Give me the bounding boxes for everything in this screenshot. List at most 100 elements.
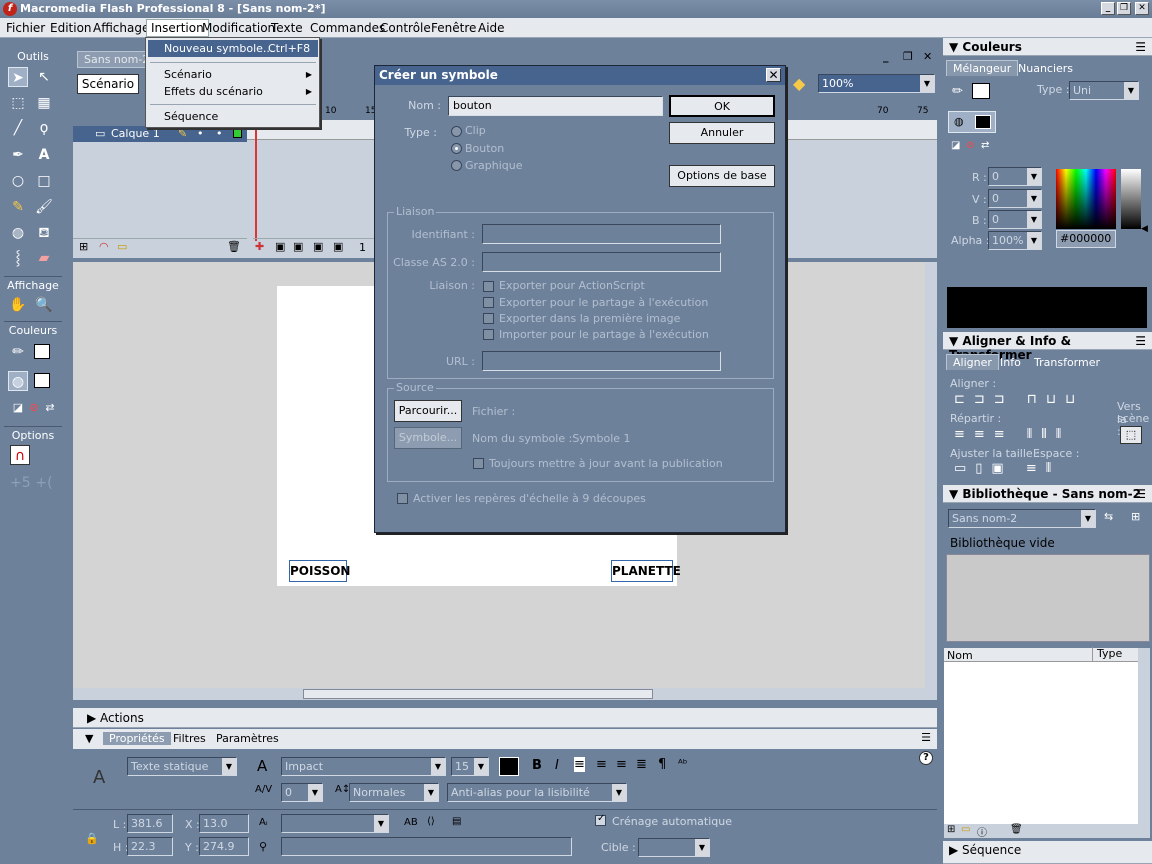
italic-button[interactable]: I [555, 758, 559, 773]
paragraph-format-icon[interactable]: ¶ [658, 757, 666, 772]
color-spectrum-picker[interactable] [1056, 169, 1116, 229]
menu-item-scenario[interactable]: Scénario ▶ [148, 66, 318, 83]
selectable-text-icon[interactable]: AB [404, 817, 418, 828]
tab-filtres[interactable]: Filtres [173, 732, 206, 745]
x-input[interactable]: 13.0 [199, 814, 249, 833]
scenario-button[interactable]: Scénario [77, 74, 139, 94]
doc-restore-button[interactable]: ❐ [903, 50, 913, 63]
vertical-scrollbar[interactable] [925, 262, 937, 688]
onion-skin-icon[interactable]: ▣ [275, 240, 285, 253]
text-orientation-icon[interactable]: ᴬᵇ [678, 757, 687, 770]
height-input[interactable]: 22.3 [127, 837, 173, 856]
new-library-panel-icon[interactable]: ⊞ [1131, 510, 1140, 523]
brightness-slider[interactable] [1121, 169, 1141, 229]
target-select[interactable]: ▼ [638, 838, 710, 857]
stroke-pencil-icon[interactable]: ✏ [952, 84, 963, 99]
bold-button[interactable]: B [532, 758, 542, 773]
border-icon[interactable]: ▤ [452, 816, 461, 827]
zoom-tool-icon[interactable]: 🔍 [34, 295, 54, 315]
html-render-icon[interactable]: ⟨⟩ [427, 816, 435, 827]
color-type-select[interactable]: Uni ▼ [1069, 81, 1139, 100]
onion-markers-icon[interactable]: ▣ [333, 240, 343, 253]
export-first-frame-checkbox[interactable] [483, 313, 494, 324]
tab-nuanciers[interactable]: Nuanciers [1018, 62, 1073, 75]
doc-minimize-button[interactable]: _ [883, 50, 889, 63]
oval-tool-icon[interactable]: ○ [8, 171, 28, 191]
panel-menu-icon[interactable]: ☰ [921, 731, 931, 744]
align-center-button[interactable]: ≡ [596, 757, 607, 772]
eyedropper-icon[interactable]: ⸾ [8, 248, 28, 268]
swap-colors-icon[interactable]: ⇄ [40, 398, 60, 418]
align-right-button[interactable]: ≡ [616, 757, 627, 772]
export-runtime-sharing-checkbox[interactable] [483, 297, 494, 308]
menu-modification[interactable]: Modification [202, 21, 275, 35]
scrollbar-thumb[interactable] [303, 689, 653, 699]
url-link-select[interactable]: ▼ [281, 814, 389, 833]
brightness-handle-icon[interactable]: ◀ [1141, 224, 1148, 234]
onion-outline-icon[interactable]: ▣ [293, 240, 303, 253]
align-panel-header[interactable]: ▼ Aligner & Info & Transformer ☰ [943, 332, 1152, 362]
add-guide-icon[interactable]: ◠ [99, 240, 109, 253]
free-transform-icon[interactable]: ⬚ [8, 93, 28, 113]
edit-multiple-icon[interactable]: ▣ [313, 240, 323, 253]
snap-magnet-icon[interactable]: ∩ [10, 445, 30, 465]
zoom-select[interactable]: 100% ▼ [818, 74, 935, 93]
menu-fenetre[interactable]: Fenêtre [431, 21, 476, 35]
tab-transformer[interactable]: Transformer [1034, 356, 1100, 369]
tab-info[interactable]: Info [1000, 356, 1021, 369]
basic-options-button[interactable]: Options de base [669, 165, 775, 187]
library-doc-select[interactable]: Sans nom-2 ▼ [948, 509, 1096, 528]
library-panel-header[interactable]: ▼ Bibliothèque - Sans nom-2 ☰ [943, 485, 1152, 503]
menu-fichier[interactable]: Fichier [6, 21, 45, 35]
doc-close-button[interactable]: ✕ [923, 50, 932, 63]
paint-bucket-icon[interactable]: ⛾ [34, 223, 54, 243]
actions-panel-header[interactable]: ▶ Actions [73, 708, 937, 728]
horizontal-scrollbar[interactable] [73, 688, 937, 700]
help-icon[interactable]: ? [919, 751, 933, 765]
text-color-swatch[interactable] [499, 757, 519, 776]
lock-icon[interactable]: 🔒 [85, 832, 99, 845]
menu-aide[interactable]: Aide [478, 21, 505, 35]
menu-controle[interactable]: Contrôle [380, 21, 431, 35]
add-folder-icon[interactable]: ▭ [117, 240, 127, 253]
fill-color-icon[interactable]: ◍ [8, 371, 28, 391]
menu-affichage[interactable]: Affichage [93, 21, 149, 35]
add-layer-icon[interactable]: ⊞ [79, 240, 88, 253]
text-type-select[interactable]: Texte statique ▼ [127, 757, 237, 776]
new-folder-icon[interactable]: ▭ [961, 824, 970, 835]
delete-symbol-icon[interactable]: 🗑 [1010, 824, 1023, 835]
library-list[interactable] [944, 662, 1138, 824]
edit-scene-icon[interactable]: ◆ [793, 74, 805, 93]
default-colors-icon[interactable]: ◪ [951, 140, 960, 151]
b-input[interactable]: 0 ▼ [988, 210, 1042, 229]
stage-text-poisson[interactable]: POISSON [289, 560, 350, 582]
stroke-color-swatch[interactable] [34, 344, 50, 359]
selection-tool-icon[interactable]: ➤ [8, 67, 28, 87]
stroke-swatch[interactable] [972, 83, 990, 99]
size-buttons-row[interactable]: ▭▯▣ ≡⫴ [954, 461, 1060, 476]
align-left-button[interactable]: ≡ [574, 757, 585, 772]
dialog-close-button[interactable]: ✕ [766, 68, 781, 82]
v-input[interactable]: 0 ▼ [988, 189, 1042, 208]
auto-kern-checkbox[interactable]: ✓ [595, 813, 606, 826]
center-frame-icon[interactable]: ✚ [255, 240, 264, 253]
tab-aligner[interactable]: Aligner [946, 354, 999, 370]
identifier-input[interactable] [482, 224, 721, 244]
hand-tool-icon[interactable]: ✋ [8, 295, 28, 315]
close-button[interactable]: ✕ [1135, 2, 1149, 15]
lasso-tool-icon[interactable]: ϙ [34, 118, 54, 138]
width-input[interactable]: 381.6 [127, 814, 173, 833]
lock-dot-icon[interactable]: • [216, 127, 223, 140]
panel-menu-icon[interactable]: ☰ [1135, 40, 1146, 54]
eraser-icon[interactable]: ▰ [34, 248, 54, 268]
radio-bouton[interactable] [451, 143, 462, 154]
properties-icon[interactable]: ⓘ [977, 824, 987, 839]
to-stage-button[interactable]: ⬚ [1120, 426, 1142, 444]
cancel-button[interactable]: Annuler [669, 122, 775, 144]
y-input[interactable]: 274.9 [199, 837, 249, 856]
fill-selector[interactable]: ◍ [948, 111, 996, 133]
panel-menu-icon[interactable]: ☰ [1135, 487, 1146, 501]
library-col-type[interactable]: Type [1092, 647, 1122, 661]
fill-color-swatch[interactable] [34, 373, 50, 388]
straighten-icon[interactable]: +( [34, 473, 54, 493]
